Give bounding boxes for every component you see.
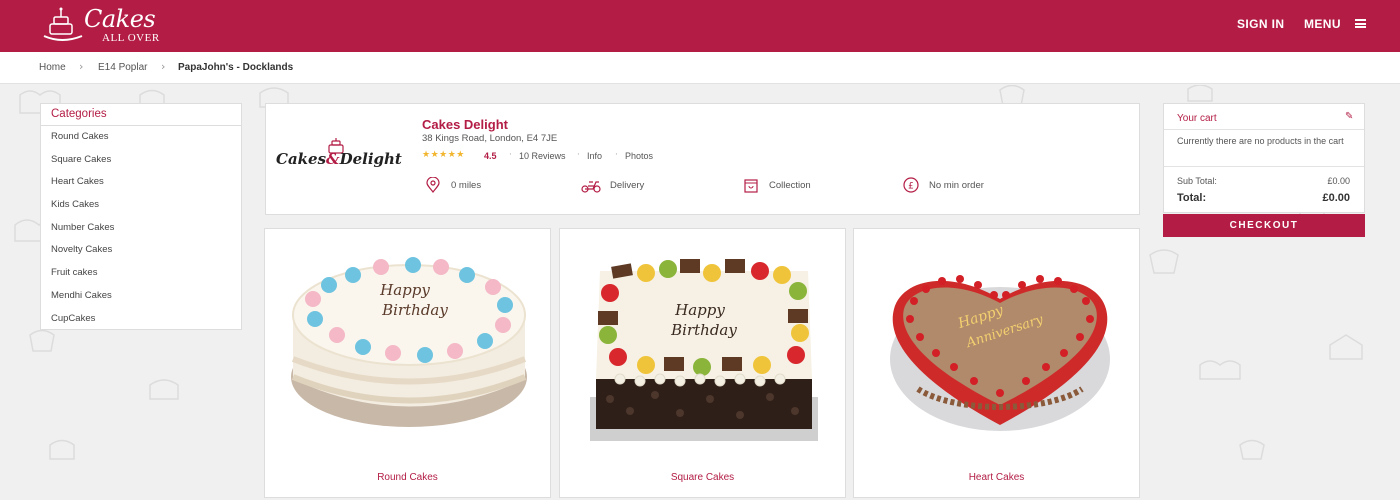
breadcrumb-home[interactable]: Home [39,62,66,73]
location-pin-icon [426,177,440,193]
category-kids-cakes[interactable]: Kids Cakes [41,194,241,217]
site-logo[interactable]: Cakes ALL OVER [38,6,168,46]
logo-subtitle: ALL OVER [102,32,160,44]
shop-name[interactable]: Cakes Delight [422,117,508,132]
cart-title: Your cart [1177,113,1217,124]
category-novelty-cakes[interactable]: Novelty Cakes [41,239,241,262]
cake-text-birthday: Birthday [381,301,448,319]
product-card-round[interactable]: Happy Birthday Round Cakes [264,228,551,498]
product-card-heart[interactable]: Happy Anniversary Heart Cakes [853,228,1140,498]
cart-empty-message: Currently there are no products in the c… [1177,136,1344,146]
shop-logo-wordmark: Cakes&Delight [276,150,402,168]
cake-text-happy: Happy [379,281,430,299]
distance-label: 0 miles [451,180,482,191]
min-order-label: No min order [929,180,984,191]
collection-label: Collection [769,180,811,191]
breadcrumb-current: PapaJohn's - Docklands [178,62,294,73]
info-link[interactable]: Info [587,151,602,161]
logo-wordmark: Cakes [84,5,156,33]
breadcrumb: Home › E14 Poplar › PapaJohn's - Docklan… [0,52,1400,84]
shop-address: 38 Kings Road, London, E4 7JE [422,133,558,144]
sign-in-link[interactable]: SIGN IN [1237,17,1284,31]
chevron-right-icon: › [161,60,166,73]
delivery-label: Delivery [610,180,645,191]
category-number-cakes[interactable]: Number Cakes [41,217,241,240]
star-rating-icon: ★★★★★ [422,150,465,160]
total-value: £0.00 [1322,192,1350,204]
pencil-icon[interactable]: ✎ [1345,111,1353,122]
chevron-right-icon: › [79,60,84,73]
separator-dot: · [509,150,512,160]
round-cake-image: Happy Birthday [291,257,527,427]
category-cupcakes[interactable]: CupCakes [41,308,241,331]
divider [1164,166,1364,167]
shopping-bag-icon [744,179,758,193]
breadcrumb-area[interactable]: E14 Poplar [98,62,147,73]
category-mendhi-cakes[interactable]: Mendhi Cakes [41,285,241,308]
product-card-square[interactable]: Happy Birthday Square Cakes [559,228,846,498]
subtotal-label: Sub Total: [1177,176,1217,186]
reviews-link[interactable]: 10 Reviews [519,151,566,161]
categories-heading: Categories [41,104,241,126]
shop-info-card: Cakes&Delight Cakes Delight 38 Kings Roa… [265,103,1140,215]
scooter-icon [581,181,601,193]
top-header: Cakes ALL OVER SIGN IN MENU [0,0,1400,52]
photos-link[interactable]: Photos [625,151,653,161]
product-label-round[interactable]: Round Cakes [265,472,550,483]
divider [1164,129,1364,130]
category-round-cakes[interactable]: Round Cakes [41,126,241,149]
cake-text-happy: Happy [674,301,725,319]
menu-link[interactable]: MENU [1304,17,1341,31]
category-fruit-cakes[interactable]: Fruit cakes [41,262,241,285]
category-heart-cakes[interactable]: Heart Cakes [41,171,241,194]
pound-coin-icon: £ [903,177,919,193]
checkout-button[interactable]: CHECKOUT [1163,214,1365,237]
product-label-heart[interactable]: Heart Cakes [854,472,1139,483]
cart-panel: Your cart ✎ Currently there are no produ… [1163,103,1365,213]
total-label: Total: [1177,192,1207,204]
square-cake-image: Happy Birthday [590,259,818,441]
separator-dot: · [615,150,618,160]
cake-logo-icon [43,7,83,41]
product-label-square[interactable]: Square Cakes [560,472,845,483]
cake-text-birthday: Birthday [670,321,737,339]
heart-cake-image: Happy Anniversary [890,275,1110,431]
rating-value: 4.5 [484,151,497,161]
shop-logo: Cakes&Delight [276,138,404,180]
svg-text:£: £ [908,182,914,192]
categories-panel: Categories Round Cakes Square Cakes Hear… [40,103,242,330]
separator-dot: · [577,150,580,160]
hamburger-icon[interactable] [1355,19,1366,28]
category-square-cakes[interactable]: Square Cakes [41,149,241,172]
subtotal-value: £0.00 [1327,176,1350,186]
